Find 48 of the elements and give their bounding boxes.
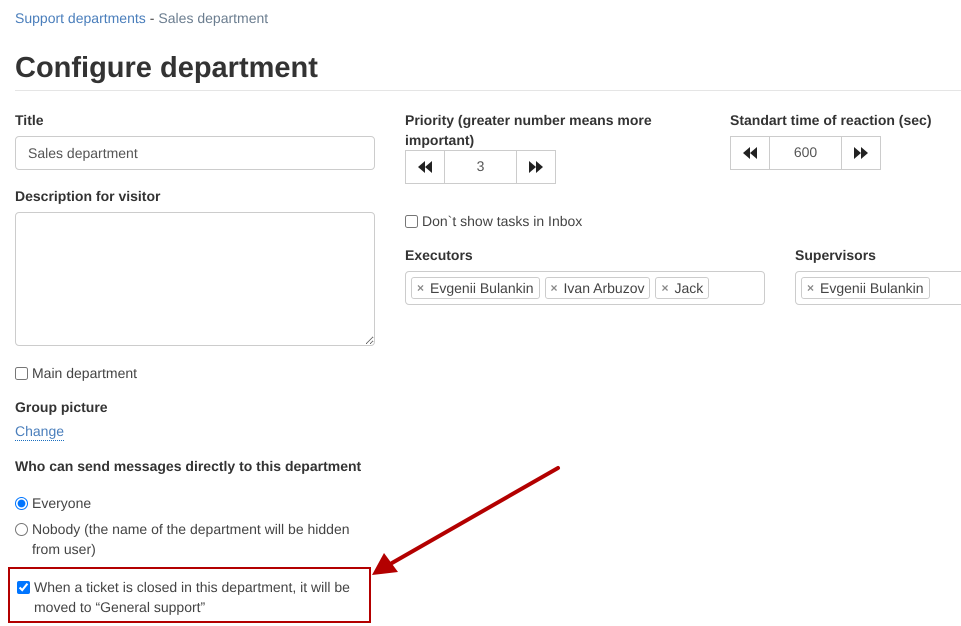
audience-radio[interactable] (15, 496, 28, 510)
field-label: Priority (greater number means more important) (405, 110, 653, 150)
tag-name: Ivan Arbuzov (564, 278, 644, 298)
decrease-button[interactable] (405, 150, 445, 184)
field-label: Title (15, 110, 45, 130)
move-on-close-checkbox[interactable] (17, 580, 30, 594)
tag-input[interactable]: × Evgenii Bulankin × Ivan Arbuzov × Jack (405, 270, 765, 305)
field-label: Executors (405, 246, 474, 265)
rewind-icon (418, 160, 432, 173)
dont-show-inbox-label: Don`t show tasks in Inbox (422, 212, 582, 231)
tag[interactable]: × Jack (655, 276, 710, 299)
decrease-button[interactable] (730, 136, 770, 170)
tag-name: Jack (674, 278, 704, 298)
fast-forward-icon (529, 160, 543, 173)
tag-name: Evgenii Bulankin (820, 278, 924, 298)
tag[interactable]: × Evgenii Bulankin (801, 276, 930, 299)
breadcrumb-current: Sales department (158, 9, 268, 28)
tag[interactable]: × Ivan Arbuzov (544, 276, 650, 299)
tag[interactable]: × Evgenii Bulankin (411, 276, 540, 299)
number-input[interactable]: 3 (445, 150, 516, 184)
field-label: Description for visitor (15, 186, 162, 206)
remove-tag-icon[interactable]: × (661, 278, 668, 298)
increase-button[interactable] (516, 150, 556, 184)
page-heading: Configure department (15, 51, 961, 91)
fast-forward-icon (854, 146, 868, 159)
audience-label: Nobody (the name of the department will be hidden from user) (32, 520, 351, 559)
main-department-checkbox[interactable] (15, 366, 28, 380)
remove-tag-icon[interactable]: × (417, 278, 424, 298)
audience-radio[interactable] (15, 522, 28, 536)
increase-button[interactable] (841, 136, 881, 170)
remove-tag-icon[interactable]: × (550, 278, 558, 298)
change-link[interactable]: Change (15, 422, 64, 441)
main-department-label: Main department (32, 364, 138, 383)
audience-label: Everyone (32, 494, 92, 513)
remove-tag-icon[interactable]: × (807, 278, 814, 298)
breadcrumb-link[interactable]: Support departments (15, 8, 146, 29)
field-label: Supervisors (795, 246, 877, 265)
tag-name: Evgenii Bulankin (430, 278, 534, 298)
number-input[interactable]: 600 (770, 136, 841, 170)
field-label: Group picture (15, 398, 109, 417)
field-label: Who can send messages directly to this department (15, 456, 362, 476)
title-input[interactable]: Sales department (15, 136, 375, 170)
dont-show-inbox-checkbox[interactable] (405, 214, 418, 228)
move-on-close-label: When a ticket is closed in this department, it will be moved to “General support” (34, 578, 351, 617)
tag-input[interactable]: × Evgenii Bulankin (795, 270, 961, 305)
rewind-icon (743, 146, 757, 159)
breadcrumb-separator: - (150, 9, 154, 28)
field-label: Standart time of reaction (sec) (730, 110, 932, 130)
